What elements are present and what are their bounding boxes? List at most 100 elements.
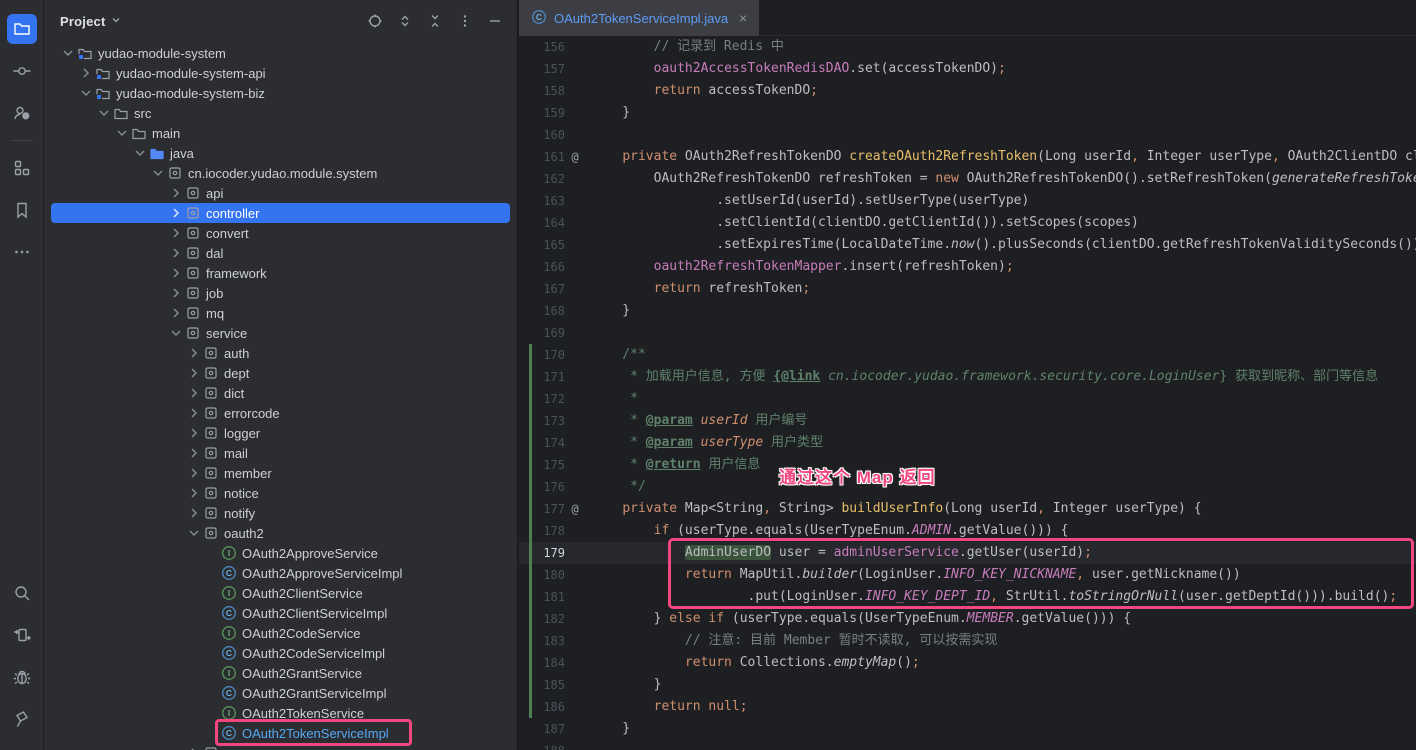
tree-item-notify[interactable]: notify	[51, 503, 510, 523]
code-line-161[interactable]: 161@ private OAuth2RefreshTokenDO create…	[519, 146, 1416, 168]
code-line-169[interactable]: 169	[519, 322, 1416, 344]
tree-item-framework[interactable]: framework	[51, 263, 510, 283]
gutter[interactable]: 186	[519, 696, 591, 718]
gutter[interactable]: 159	[519, 102, 591, 124]
debug-icon[interactable]	[7, 662, 37, 692]
gutter[interactable]: 174	[519, 432, 591, 454]
more-tools-icon[interactable]	[7, 237, 37, 267]
gutter[interactable]: 156	[519, 36, 591, 58]
chevron-down-icon[interactable]	[132, 145, 148, 161]
tree-item-mq[interactable]: mq	[51, 303, 510, 323]
gutter[interactable]: 185	[519, 674, 591, 696]
chevron-down-icon[interactable]	[186, 525, 202, 541]
chevron-right-icon[interactable]	[168, 285, 184, 301]
tree-item-yudao-module-system-api[interactable]: yudao-module-system-api	[51, 63, 510, 83]
code-line-160[interactable]: 160	[519, 124, 1416, 146]
services-icon[interactable]	[7, 620, 37, 650]
expand-all-icon[interactable]	[393, 9, 417, 33]
gutter[interactable]: 166	[519, 256, 591, 278]
tree-item-dict[interactable]: dict	[51, 383, 510, 403]
chevron-right-icon[interactable]	[186, 445, 202, 461]
gutter[interactable]: 165	[519, 234, 591, 256]
tree-item-mail[interactable]: mail	[51, 443, 510, 463]
chevron-down-icon[interactable]	[114, 125, 130, 141]
project-tool-icon[interactable]	[7, 14, 37, 44]
hide-icon[interactable]	[483, 9, 507, 33]
gutter[interactable]: 182	[519, 608, 591, 630]
chevron-down-icon[interactable]	[110, 14, 122, 29]
chevron-right-icon[interactable]	[168, 305, 184, 321]
chevron-right-icon[interactable]	[186, 745, 202, 750]
code-line-159[interactable]: 159 }	[519, 102, 1416, 124]
gutter[interactable]: 172	[519, 388, 591, 410]
code-line-185[interactable]: 185 }	[519, 674, 1416, 696]
tree-item-dal[interactable]: dal	[51, 243, 510, 263]
gutter[interactable]: 184	[519, 652, 591, 674]
code-line-170[interactable]: 170 /**	[519, 344, 1416, 366]
code-line-187[interactable]: 187 }	[519, 718, 1416, 740]
code-line-176[interactable]: 176 */	[519, 476, 1416, 498]
tree-item-main[interactable]: main	[51, 123, 510, 143]
gutter[interactable]: 163	[519, 190, 591, 212]
gutter[interactable]: 171	[519, 366, 591, 388]
chevron-down-icon[interactable]	[150, 165, 166, 181]
code-line-158[interactable]: 158 return accessTokenDO;	[519, 80, 1416, 102]
code-line-171[interactable]: 171 * 加载用户信息, 方便 {@link cn.iocoder.yudao…	[519, 366, 1416, 388]
tree-item-OAuth2ApproveServiceImpl[interactable]: COAuth2ApproveServiceImpl	[51, 563, 510, 583]
locate-icon[interactable]	[363, 9, 387, 33]
code-line-184[interactable]: 184 return Collections.emptyMap();	[519, 652, 1416, 674]
tree-item-OAuth2CodeServiceImpl[interactable]: COAuth2CodeServiceImpl	[51, 643, 510, 663]
tree-item-yudao-module-system-biz[interactable]: yudao-module-system-biz	[51, 83, 510, 103]
options-menu-icon[interactable]	[453, 9, 477, 33]
search-icon[interactable]	[7, 578, 37, 608]
code-line-181[interactable]: 181 .put(LoginUser.INFO_KEY_DEPT_ID, Str…	[519, 586, 1416, 608]
tree-item-notice[interactable]: notice	[51, 483, 510, 503]
tree-item-OAuth2TokenServiceImpl[interactable]: COAuth2TokenServiceImpl	[51, 723, 510, 743]
tree-item-src[interactable]: src	[51, 103, 510, 123]
pull-requests-icon[interactable]: ?	[7, 98, 37, 128]
chevron-right-icon[interactable]	[186, 405, 202, 421]
gutter[interactable]: 158	[519, 80, 591, 102]
chevron-right-icon[interactable]	[78, 65, 94, 81]
code-line-165[interactable]: 165 .setExpiresTime(LocalDateTime.now().…	[519, 234, 1416, 256]
gutter[interactable]: 179	[519, 542, 591, 564]
code-line-183[interactable]: 183 // 注意: 目前 Member 暂时不读取, 可以按需实现	[519, 630, 1416, 652]
gutter[interactable]: 188	[519, 740, 591, 750]
gutter[interactable]: 178	[519, 520, 591, 542]
tree-item-yudao-module-system[interactable]: yudao-module-system	[51, 43, 510, 63]
code-line-162[interactable]: 162 OAuth2RefreshTokenDO refreshToken = …	[519, 168, 1416, 190]
tree-item-OAuth2ClientService[interactable]: IOAuth2ClientService	[51, 583, 510, 603]
tree-item-job[interactable]: job	[51, 283, 510, 303]
tree-item-OAuth2GrantService[interactable]: IOAuth2GrantService	[51, 663, 510, 683]
gutter[interactable]: 183	[519, 630, 591, 652]
tree-item-cn.iocoder.yudao.module.system[interactable]: cn.iocoder.yudao.module.system	[51, 163, 510, 183]
gutter[interactable]: 177@	[519, 498, 591, 520]
chevron-right-icon[interactable]	[186, 365, 202, 381]
gutter[interactable]: 169	[519, 322, 591, 344]
panel-title[interactable]: Project	[60, 14, 105, 29]
code-line-163[interactable]: 163 .setUserId(userId).setUserType(userT…	[519, 190, 1416, 212]
chevron-right-icon[interactable]	[186, 485, 202, 501]
gutter[interactable]: 181	[519, 586, 591, 608]
code-line-175[interactable]: 175 * @return 用户信息	[519, 454, 1416, 476]
code-line-168[interactable]: 168 }	[519, 300, 1416, 322]
tree-item-OAuth2ClientServiceImpl[interactable]: COAuth2ClientServiceImpl	[51, 603, 510, 623]
chevron-down-icon[interactable]	[78, 85, 94, 101]
code-line-167[interactable]: 167 return refreshToken;	[519, 278, 1416, 300]
tree-item-OAuth2TokenService[interactable]: IOAuth2TokenService	[51, 703, 510, 723]
code-line-178[interactable]: 178 if (userType.equals(UserTypeEnum.ADM…	[519, 520, 1416, 542]
commit-icon[interactable]	[7, 56, 37, 86]
gutter[interactable]: 160	[519, 124, 591, 146]
code-area[interactable]: 156 // 记录到 Redis 中157 oauth2AccessTokenR…	[519, 36, 1416, 750]
gutter[interactable]: 180	[519, 564, 591, 586]
structure-icon[interactable]	[7, 153, 37, 183]
tree-item-controller[interactable]: controller	[51, 203, 510, 223]
tree-item-OAuth2ApproveService[interactable]: IOAuth2ApproveService	[51, 543, 510, 563]
close-icon[interactable]: ×	[739, 10, 747, 26]
code-line-164[interactable]: 164 .setClientId(clientDO.getClientId())…	[519, 212, 1416, 234]
bookmarks-icon[interactable]	[7, 195, 37, 225]
build-icon[interactable]	[7, 704, 37, 734]
gutter[interactable]: 167	[519, 278, 591, 300]
tree-item-OAuth2GrantServiceImpl[interactable]: COAuth2GrantServiceImpl	[51, 683, 510, 703]
code-line-166[interactable]: 166 oauth2RefreshTokenMapper.insert(refr…	[519, 256, 1416, 278]
